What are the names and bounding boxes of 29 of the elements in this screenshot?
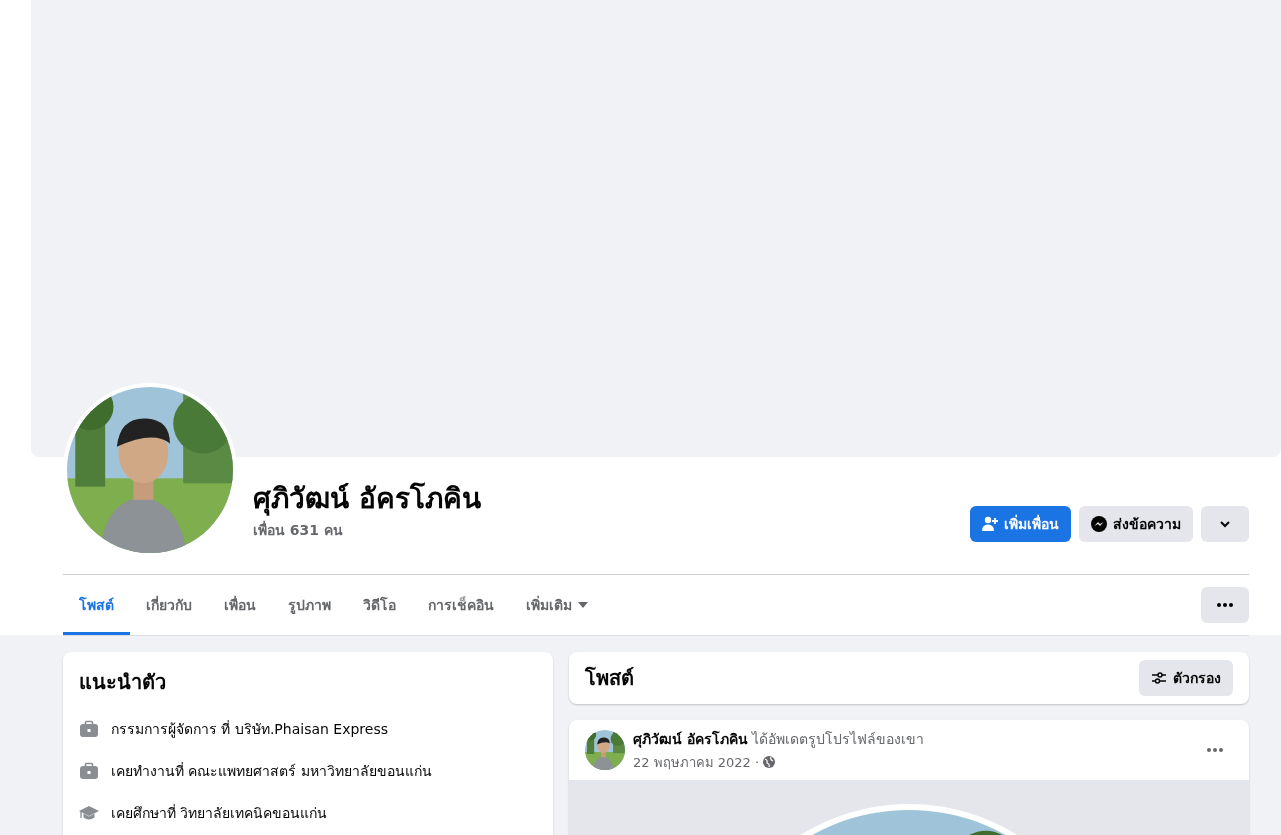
- briefcase-icon: [79, 719, 99, 739]
- posts-title: โพสต์: [585, 665, 634, 692]
- globe-icon: [763, 756, 776, 768]
- message-button[interactable]: ส่งข้อความ: [1079, 506, 1193, 542]
- profile-tab[interactable]: โพสต์: [63, 575, 130, 635]
- post-headline: ศุภิวัฒน์ อัครโภคิน ได้อัพเดตรูปโปรไฟล์ของเขา: [633, 729, 926, 750]
- profile-tab[interactable]: วิดีโอ: [347, 575, 412, 635]
- messenger-icon: [1091, 516, 1107, 532]
- post-date[interactable]: 22 พฤษภาคม 2022 ·: [633, 751, 760, 773]
- intro-detail: เคยศึกษาที่ วิทยาลัยเทคนิคขอนแก่น: [111, 803, 328, 823]
- profile-tab[interactable]: รูปภาพ: [272, 575, 347, 635]
- profile-tab[interactable]: เพื่อน: [208, 575, 272, 635]
- more-options-button[interactable]: [1201, 587, 1249, 623]
- filter-button[interactable]: ตัวกรอง: [1139, 660, 1233, 696]
- ellipsis-icon: [1207, 748, 1223, 752]
- add-friend-button[interactable]: เพิ่มเพื่อน: [970, 506, 1071, 542]
- filter-icon: [1151, 670, 1167, 686]
- profile-tab[interactable]: เกี่ยวกับ: [130, 575, 208, 635]
- profile-name: ศุภิวัฒน์ อัครโภคิน: [253, 481, 482, 517]
- intro-detail: กรรมการผู้จัดการ ที่ บริษัท.Phaisan Express: [111, 719, 388, 740]
- friend-count[interactable]: เพื่อน 631 คน: [253, 519, 970, 541]
- briefcase-icon: [79, 761, 99, 781]
- intro-title: แนะนำตัว: [79, 669, 167, 696]
- intro-detail: เคยทำงานที่ คณะแพทยศาสตร์ มหาวิทยาลัยขอนแก่น: [111, 761, 432, 781]
- profile-tab[interactable]: การเช็คอิน: [412, 575, 510, 635]
- ellipsis-icon: [1217, 603, 1233, 607]
- add-friend-icon: [982, 516, 998, 532]
- caret-icon: [578, 602, 588, 608]
- profile-tab[interactable]: เพิ่มเติม: [510, 575, 604, 635]
